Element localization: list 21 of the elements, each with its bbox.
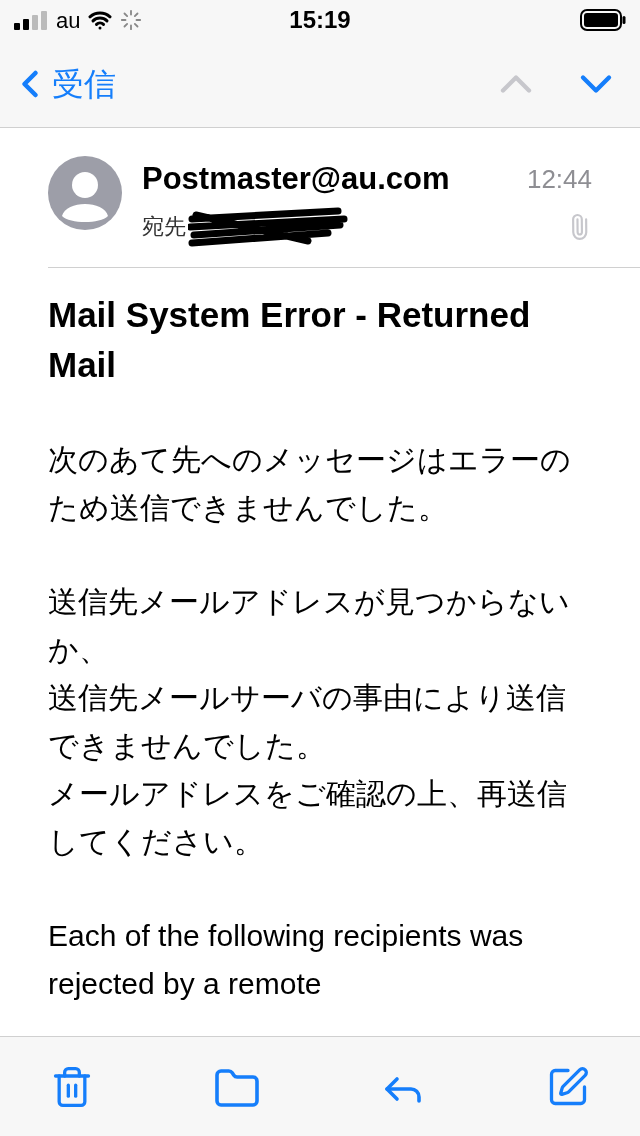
body-text-line: してください。 [48,823,264,860]
battery-icon [580,9,626,31]
recipient-label: 宛先 [142,213,186,241]
avatar-icon [48,156,122,230]
body-text-line: 次のあて先へのメッセージはエラーの [48,441,571,478]
signal-icon [14,10,48,30]
clock-time: 15:19 [289,5,351,35]
body-text-line: メールアドレスをご確認の上、再送信 [48,775,567,812]
body-text-line: ため送信できませんでした。 [48,489,448,526]
sender-name: Postmaster@au.com [142,160,451,198]
carrier-name: au [56,6,81,35]
email-subject: Mail System Error - Returned Mail [48,293,532,386]
body-text-line: 送信先メールサーバの事由により送信 [48,679,566,716]
body-text-line: Each of the following recipients was [48,917,524,954]
received-time: 12:44 [526,162,592,196]
body-text-line: rejected by a remote [48,965,322,1002]
back-button[interactable]: 受信 [14,59,116,108]
loading-icon [120,9,143,31]
body-text-line: 送信先メールアドレスが見つからない [48,583,570,620]
body-text-line: できませんでした。 [48,727,326,764]
body-text-line: か、 [48,631,109,668]
